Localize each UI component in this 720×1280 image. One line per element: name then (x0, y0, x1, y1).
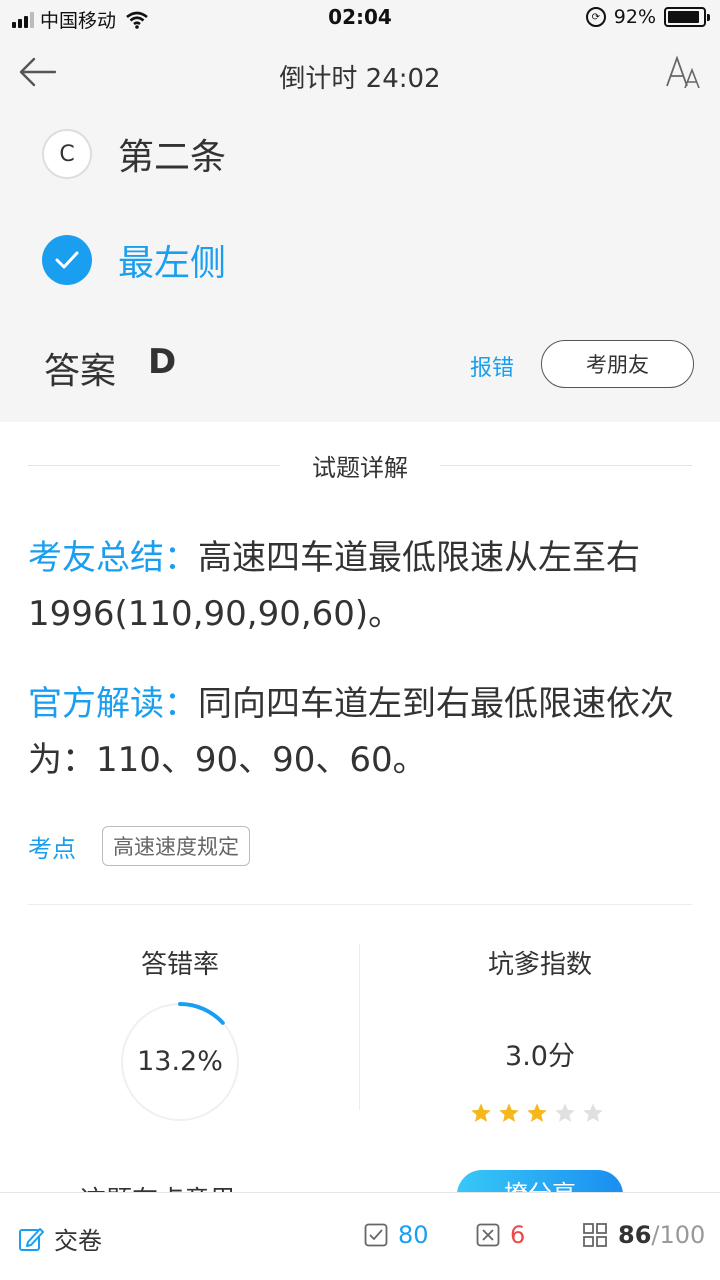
key-point-row: 考点 高速速度规定 (28, 826, 250, 866)
friend-summary: 考友总结：高速四车道最低限速从左至右1996(110,90,90,60)。 (28, 530, 696, 642)
wrong-box-icon (476, 1223, 500, 1247)
nav-bar: 倒计时 24:02 (0, 36, 720, 110)
grid-icon (583, 1223, 607, 1247)
star-rating (470, 1102, 604, 1124)
battery-percent: 92% (613, 6, 656, 28)
option-d[interactable]: 最左侧 (42, 234, 226, 286)
answer-value: D (148, 342, 177, 382)
bottom-bar: 交卷 80 6 86/100 (0, 1192, 720, 1280)
countdown-title: 倒计时 24:02 (279, 64, 441, 94)
font-size-icon[interactable] (664, 52, 704, 92)
battery-icon (664, 7, 710, 27)
trap-index-title: 坑爹指数 (487, 950, 592, 980)
key-point-label: 考点 (28, 834, 76, 863)
report-error-link[interactable]: 报错 (470, 350, 514, 382)
correct-box-icon (364, 1223, 388, 1247)
error-rate-arc (178, 1002, 225, 1025)
wrong-count[interactable]: 6 (476, 1221, 525, 1249)
wrong-count-value: 6 (510, 1221, 526, 1249)
star-filled-icon (499, 1103, 519, 1122)
answer-label: 答案 (44, 351, 117, 392)
status-bar: 中国移动 02:04 ⟳ 92% (0, 0, 720, 36)
official-explanation: 官方解读：同向四车道左到右最低限速依次为：110、90、90、60。 (28, 676, 696, 788)
star-filled-icon (471, 1103, 491, 1122)
submit-button[interactable]: 交卷 (18, 1221, 102, 1256)
star-empty-icon (555, 1103, 575, 1122)
rotation-lock-icon: ⟳ (585, 7, 606, 27)
ask-friend-button[interactable]: 考朋友 (541, 340, 694, 388)
question-progress[interactable]: 86/100 (582, 1221, 705, 1249)
star-filled-icon (527, 1103, 547, 1122)
stats-divider (28, 904, 692, 905)
section-divider: 试题详解 (28, 448, 692, 482)
current-question: 86 (618, 1221, 652, 1249)
battery-fill (668, 11, 700, 23)
option-c-text: 第二条 (118, 137, 227, 178)
check-icon (42, 235, 92, 285)
stats-vertical-divider (359, 944, 360, 1110)
answer-row: 答案 D 报错 考朋友 (44, 340, 694, 392)
question-area: C 第二条 最左侧 答案 D 报错 考朋友 (0, 110, 720, 422)
status-right: ⟳ 92% (585, 6, 710, 28)
option-d-text: 最左侧 (118, 243, 227, 284)
key-point-chip[interactable]: 高速速度规定 (102, 826, 250, 866)
option-c[interactable]: C 第二条 (42, 128, 226, 180)
friend-summary-tag: 考友总结： (28, 538, 198, 578)
trap-index-score: 3.0分 (505, 1041, 575, 1072)
star-empty-icon (583, 1103, 603, 1122)
error-rate-title: 答错率 (140, 950, 219, 980)
option-c-letter: C (42, 129, 92, 179)
total-questions: /100 (651, 1221, 706, 1249)
correct-count-value: 80 (398, 1221, 429, 1249)
error-rate-value: 13.2% (137, 1046, 223, 1077)
correct-count[interactable]: 80 (364, 1221, 429, 1249)
edit-icon (19, 1227, 44, 1251)
official-tag: 官方解读： (28, 684, 198, 724)
submit-label: 交卷 (54, 1227, 102, 1255)
